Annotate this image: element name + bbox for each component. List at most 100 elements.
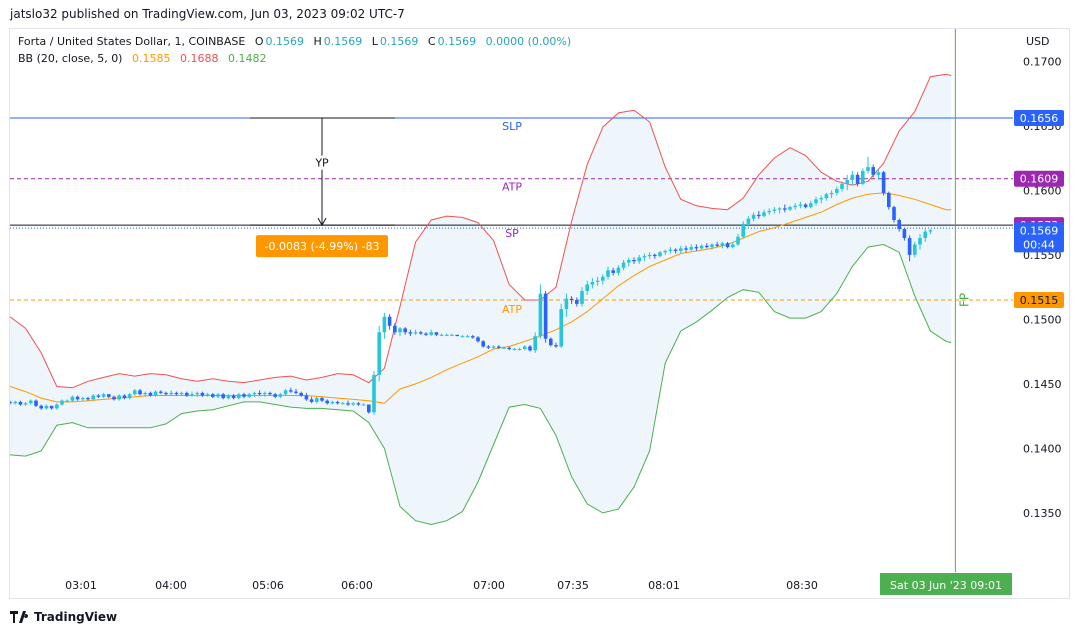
candle-body[interactable] (289, 390, 293, 392)
candle-body[interactable] (627, 259, 631, 263)
candle-body[interactable] (819, 198, 823, 200)
price-chart[interactable]: SLP ATP SP ATP FP YP -0.0083 (-4.99%) -83 0.17… (0, 0, 1079, 635)
candle-body[interactable] (341, 403, 345, 405)
candle-body[interactable] (413, 332, 418, 334)
candle-body[interactable] (720, 243, 725, 246)
candle-body[interactable] (112, 396, 116, 400)
candle-body[interactable] (611, 270, 615, 273)
candle-body[interactable] (29, 400, 33, 404)
candle-body[interactable] (523, 346, 527, 350)
candle-body[interactable] (653, 254, 657, 257)
candle-body[interactable] (824, 194, 829, 199)
candle-body[interactable] (855, 174, 860, 184)
candle-body[interactable] (133, 390, 137, 395)
candle-body[interactable] (174, 392, 179, 395)
candle-body[interactable] (159, 391, 163, 393)
candle-body[interactable] (736, 236, 740, 245)
candle-body[interactable] (273, 394, 277, 397)
candle-body[interactable] (684, 248, 688, 250)
candle-body[interactable] (325, 400, 329, 404)
candle-body[interactable] (710, 244, 714, 248)
candle-body[interactable] (257, 392, 262, 395)
candle-body[interactable] (850, 174, 855, 180)
candle-body[interactable] (585, 284, 589, 291)
candle-body[interactable] (595, 280, 600, 282)
bb-legend[interactable]: BB (20, close, 5, 0) 0.1585 0.1688 0.148… (18, 52, 268, 65)
candle-body[interactable] (200, 392, 205, 396)
candle-body[interactable] (330, 401, 335, 404)
candle-body[interactable] (455, 334, 459, 337)
candle-body[interactable] (668, 249, 673, 251)
candle-body[interactable] (835, 189, 839, 193)
candle-body[interactable] (746, 218, 751, 224)
candle-body[interactable] (263, 392, 267, 395)
candle-body[interactable] (70, 396, 75, 401)
candle-body[interactable] (34, 400, 38, 406)
candle-body[interactable] (49, 405, 54, 409)
candle-body[interactable] (549, 338, 553, 346)
currency-label[interactable]: USD (1026, 35, 1050, 48)
candle-body[interactable] (320, 398, 324, 401)
candle-body[interactable] (497, 346, 501, 348)
candle-body[interactable] (8, 401, 12, 404)
candle-body[interactable] (315, 398, 319, 402)
candle-body[interactable] (86, 398, 90, 400)
candle-body[interactable] (419, 332, 423, 334)
candle-body[interactable] (840, 183, 844, 190)
candle-body[interactable] (881, 172, 886, 193)
candle-body[interactable] (107, 394, 111, 397)
candle-body[interactable] (465, 336, 470, 338)
candle-body[interactable] (814, 199, 818, 204)
candle-body[interactable] (91, 395, 95, 400)
candle-body[interactable] (195, 392, 199, 395)
candle-body[interactable] (829, 192, 834, 195)
candle-body[interactable] (44, 405, 49, 409)
candle-body[interactable] (460, 336, 465, 338)
candle-body[interactable] (658, 252, 662, 257)
candle-body[interactable] (767, 210, 771, 213)
candle-body[interactable] (803, 204, 808, 208)
candle-body[interactable] (543, 293, 548, 339)
candle-body[interactable] (13, 401, 17, 404)
candle-body[interactable] (242, 394, 246, 397)
candle-body[interactable] (481, 341, 485, 347)
candle-body[interactable] (564, 298, 569, 310)
candle-body[interactable] (403, 328, 407, 333)
candle-body[interactable] (845, 179, 849, 184)
candle-body[interactable] (185, 392, 189, 396)
candle-body[interactable] (559, 309, 563, 347)
candle-body[interactable] (367, 404, 371, 413)
candle-body[interactable] (861, 170, 865, 184)
candle-body[interactable] (517, 349, 522, 351)
candle-body[interactable] (179, 392, 184, 395)
candle-body[interactable] (309, 399, 314, 402)
candle-body[interactable] (127, 394, 132, 399)
candle-body[interactable] (486, 346, 491, 348)
candle-body[interactable] (606, 270, 610, 277)
candle-body[interactable] (252, 392, 257, 395)
candle-body[interactable] (772, 209, 777, 211)
candle-body[interactable] (408, 332, 413, 334)
candle-body[interactable] (304, 395, 309, 400)
candle-body[interactable] (601, 276, 605, 281)
candle-body[interactable] (887, 192, 891, 208)
candle-body[interactable] (491, 346, 496, 348)
candle-body[interactable] (673, 249, 678, 251)
candle-body[interactable] (647, 254, 652, 257)
candle-body[interactable] (169, 392, 173, 395)
candle-body[interactable] (918, 238, 922, 245)
candle-body[interactable] (294, 391, 298, 393)
candle-body[interactable] (75, 396, 80, 400)
candle-body[interactable] (694, 247, 699, 249)
candle-body[interactable] (928, 230, 933, 232)
candle-body[interactable] (699, 245, 704, 249)
candle-body[interactable] (356, 403, 361, 405)
candle-body[interactable] (502, 347, 506, 349)
candle-body[interactable] (705, 245, 709, 248)
candle-body[interactable] (55, 404, 59, 409)
candle-body[interactable] (575, 300, 579, 304)
candle-body[interactable] (762, 212, 766, 217)
candle-body[interactable] (788, 207, 792, 210)
candle-body[interactable] (715, 244, 719, 246)
candle-body[interactable] (876, 172, 881, 175)
